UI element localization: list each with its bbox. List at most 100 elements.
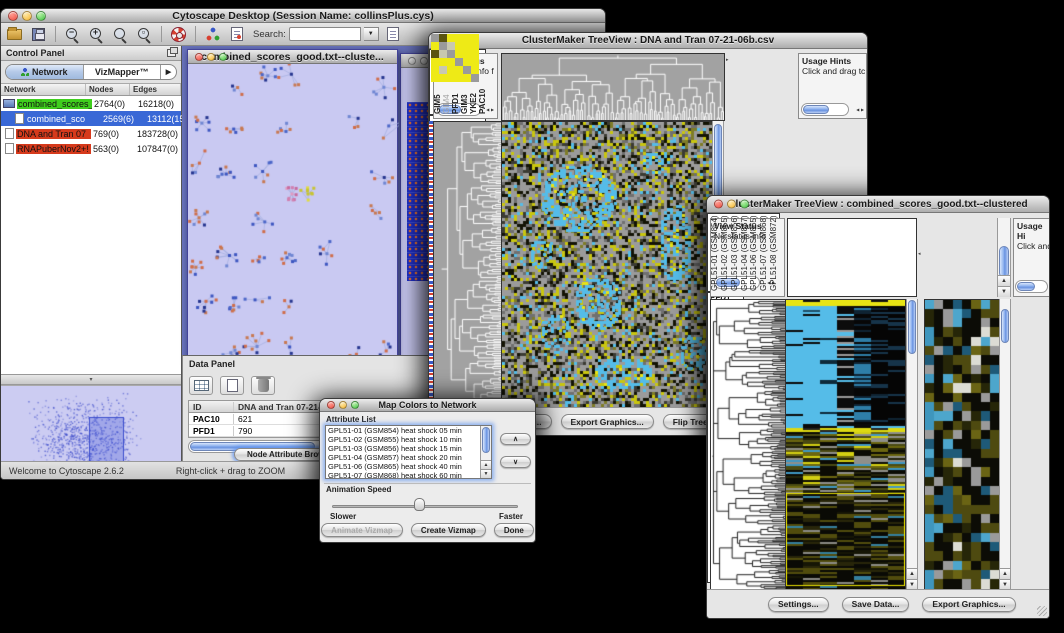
column-label[interactable]: GPL51-01 (GSM854) [710, 214, 720, 291]
tv2-row-dendrogram[interactable] [710, 299, 786, 590]
column-edges[interactable]: Edges [130, 84, 181, 95]
export-graphics-button[interactable]: Export Graphics... [561, 414, 654, 429]
attribute-item[interactable]: GPL51-07 (GSM868) heat shock 60 min [326, 471, 491, 479]
scrollbar-thumb[interactable] [1001, 309, 1009, 343]
search-dropdown-button[interactable]: ▼ [364, 27, 379, 41]
help-button[interactable] [169, 25, 188, 44]
zoom-button[interactable] [36, 11, 46, 21]
minimize-button[interactable] [420, 57, 428, 65]
chevron-right-icon[interactable]: ▸ [726, 57, 729, 63]
attribute-item[interactable]: GPL51-04 (GSM857) heat shock 20 min [326, 453, 491, 462]
scrollbar-thumb[interactable] [908, 300, 916, 354]
tv1-heatmap[interactable] [501, 121, 714, 409]
usage-hscrollbar[interactable] [1015, 280, 1048, 293]
save-session-button[interactable] [29, 25, 48, 44]
main-titlebar[interactable]: Cytoscape Desktop (Session Name: collins… [1, 9, 605, 23]
scroll-up-button[interactable]: ▲ [1000, 568, 1010, 579]
scrollbar-thumb[interactable] [999, 246, 1009, 278]
network-list-row[interactable]: DNA and Tran 07 769(0) 183728(0) [1, 126, 181, 141]
column-id[interactable]: ID [189, 402, 234, 412]
open-session-button[interactable] [5, 25, 24, 44]
tab-vizmapper[interactable]: VizMapper™ [83, 65, 161, 79]
attribute-browser-button[interactable] [384, 25, 403, 44]
tv2-zoom-vscrollbar[interactable]: ▲ ▼ [999, 299, 1011, 590]
zoom-out-button[interactable]: − [63, 25, 82, 44]
annotation-button[interactable] [227, 25, 246, 44]
close-button[interactable] [327, 401, 335, 409]
zoom-button[interactable] [219, 53, 227, 61]
overview-panel-header[interactable]: ▾ [1, 374, 181, 385]
move-up-button[interactable]: ∧ [500, 433, 531, 445]
network-overview-panel[interactable] [1, 385, 181, 461]
network-list-row[interactable]: combined_sco 2569(6) 13112(15) [1, 111, 181, 126]
chevron-left-icon[interactable]: ◂ [918, 251, 921, 257]
zoom-button[interactable] [351, 401, 359, 409]
zoom-in-button[interactable]: + [87, 25, 106, 44]
minimize-button[interactable] [339, 401, 347, 409]
resize-grip[interactable] [1037, 606, 1047, 616]
attribute-vscrollbar[interactable]: ▲ ▼ [480, 426, 491, 478]
close-button[interactable] [195, 53, 203, 61]
column-label[interactable]: GPL51-03 (GSM856) [730, 214, 740, 291]
column-label[interactable]: GPL51-04 (GSM857) [740, 214, 750, 291]
attribute-item[interactable]: GPL51-02 (GSM855) heat shock 10 min [326, 435, 491, 444]
network-view-frame[interactable]: combined_scores_good.txt--cluste... [187, 49, 398, 363]
attribute-item[interactable]: GPL51-01 (GSM854) heat shock 05 min [326, 426, 491, 435]
attribute-item[interactable]: GPL51-03 (GSM856) heat shock 15 min [326, 444, 491, 453]
similarity-mini-heatmap[interactable] [431, 34, 479, 82]
column-label[interactable]: GPL51-08 (GSM872) [769, 214, 779, 291]
scroll-up-button[interactable]: ▲ [998, 275, 1010, 286]
attribute-item[interactable]: GPL51-06 (GSM865) heat shock 40 min [326, 462, 491, 471]
tv1-col-dendrogram[interactable] [501, 53, 725, 121]
tab-network[interactable]: Network [6, 65, 83, 79]
attribute-listbox[interactable]: GPL51-01 (GSM854) heat shock 05 minGPL51… [325, 425, 492, 479]
scrollbar-thumb[interactable] [1017, 282, 1035, 291]
scrollbar-thumb[interactable] [482, 427, 490, 453]
float-panel-icon[interactable] [167, 49, 176, 57]
network-list-row[interactable]: combined_scores_ 2764(0) 16218(0) [1, 96, 181, 111]
close-button[interactable] [714, 200, 723, 209]
zoom-button[interactable] [740, 200, 749, 209]
done-button[interactable]: Done [494, 523, 534, 537]
tv2-zoom-heatmap[interactable] [924, 299, 1001, 590]
column-nodes[interactable]: Nodes [86, 84, 130, 95]
select-attributes-button[interactable] [189, 376, 213, 395]
treeview1-titlebar[interactable]: ClusterMaker TreeView : DNA and Tran 07-… [429, 33, 867, 49]
zoom-fit-button[interactable] [111, 25, 130, 44]
speed-slider-thumb[interactable] [414, 498, 425, 511]
close-button[interactable] [8, 11, 18, 21]
create-vizmap-button[interactable]: Create Vizmap [411, 523, 486, 537]
column-label[interactable]: GPL51-06 (GSM865) [749, 214, 759, 291]
settings-button[interactable]: Settings... [768, 597, 829, 612]
animate-vizmap-button[interactable]: Animate Vizmap [321, 523, 403, 537]
save-data-button[interactable]: Save Data... [842, 597, 910, 612]
speed-slider-track[interactable] [332, 505, 518, 508]
treeview2-titlebar[interactable]: ClusterMaker TreeView : combined_scores_… [707, 196, 1049, 213]
column-label[interactable]: GPL51-02 (GSM855) [720, 214, 730, 291]
move-down-button[interactable]: ∨ [500, 456, 531, 468]
scroll-up-button[interactable]: ▲ [907, 568, 917, 579]
export-graphics-button[interactable]: Export Graphics... [922, 597, 1015, 612]
usage-hscrollbar[interactable]: ◂ ▸ [801, 103, 849, 116]
scroll-up-button[interactable]: ▲ [481, 460, 491, 469]
new-attribute-button[interactable] [220, 376, 244, 395]
scrollbar-thumb[interactable] [803, 105, 829, 114]
tv2-col-dendrogram-area[interactable] [787, 218, 917, 297]
search-input[interactable] [289, 27, 361, 41]
delete-attribute-button[interactable] [251, 376, 275, 395]
tabs-overflow-button[interactable]: ▶ [160, 65, 176, 79]
tv1-row-dendrogram[interactable] [433, 121, 502, 409]
minimize-button[interactable] [207, 53, 215, 61]
minimize-button[interactable] [22, 11, 32, 21]
tv2-heatmap[interactable] [785, 299, 906, 590]
column-label[interactable]: PAC10 [478, 50, 486, 114]
labels-vscrollbar[interactable]: ▲ ▼ [997, 218, 1011, 297]
network-canvas[interactable] [188, 64, 399, 365]
tv2-heatmap-vscrollbar[interactable]: ▲ ▼ [906, 299, 918, 590]
zoom-selected-button[interactable]: ▫ [135, 25, 154, 44]
layout-button[interactable] [203, 25, 222, 44]
scroll-down-button[interactable]: ▼ [998, 286, 1010, 297]
dialog-titlebar[interactable]: Map Colors to Network [320, 399, 535, 412]
column-network[interactable]: Network [1, 84, 86, 95]
minimize-button[interactable] [727, 200, 736, 209]
